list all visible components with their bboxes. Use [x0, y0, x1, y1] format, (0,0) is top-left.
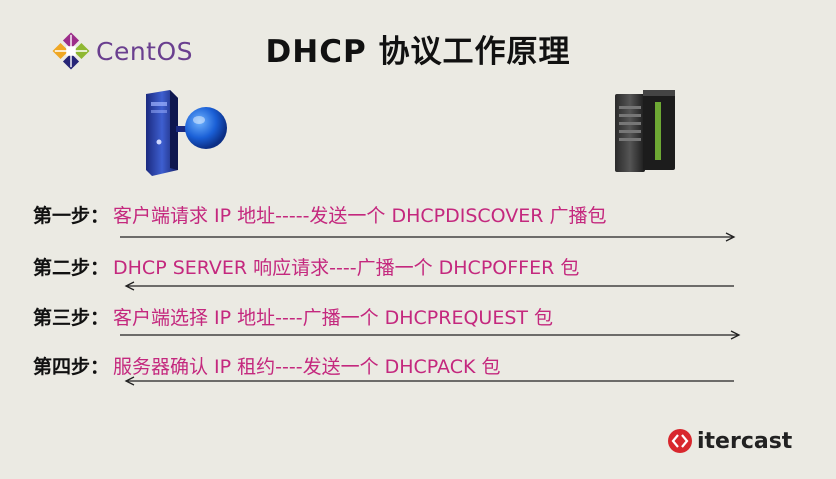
itercast-logo-text: itercast	[697, 428, 793, 454]
step-label: 第四步：	[33, 355, 110, 378]
slide: CentOS DHCP 协议工作原理 第一步： 客户端请求 IP 地址-----…	[0, 0, 836, 479]
step-1: 第一步： 客户端请求 IP 地址-----发送一个 DHCPDISCOVER 广…	[33, 199, 607, 229]
step-description: 客户端请求 IP 地址-----发送一个 DHCPDISCOVER 广播包	[113, 204, 607, 227]
step-label: 第一步：	[33, 204, 110, 227]
desktop-computer-icon	[146, 90, 227, 176]
step-description: 客户端选择 IP 地址----广播一个 DHCPREQUEST 包	[113, 306, 554, 329]
step-label: 第二步：	[33, 256, 110, 279]
arrow-right-icon	[120, 232, 736, 242]
step-3: 第三步： 客户端选择 IP 地址----广播一个 DHCPREQUEST 包	[33, 301, 553, 331]
arrow-left-icon	[124, 376, 734, 386]
arrow-left-icon	[124, 281, 734, 291]
step-2: 第二步： DHCP SERVER 响应请求----广播一个 DHCPOFFER …	[33, 251, 579, 281]
server-tower-icon	[615, 90, 675, 172]
itercast-logo: itercast	[667, 428, 792, 454]
arrow-right-icon	[120, 330, 741, 340]
step-description: DHCP SERVER 响应请求----广播一个 DHCPOFFER 包	[113, 256, 580, 279]
slide-title: DHCP 协议工作原理	[265, 34, 571, 70]
step-description: 服务器确认 IP 租约----发送一个 DHCPACK 包	[113, 355, 501, 378]
itercast-brand-icon	[668, 429, 692, 453]
step-label: 第三步：	[33, 306, 110, 329]
